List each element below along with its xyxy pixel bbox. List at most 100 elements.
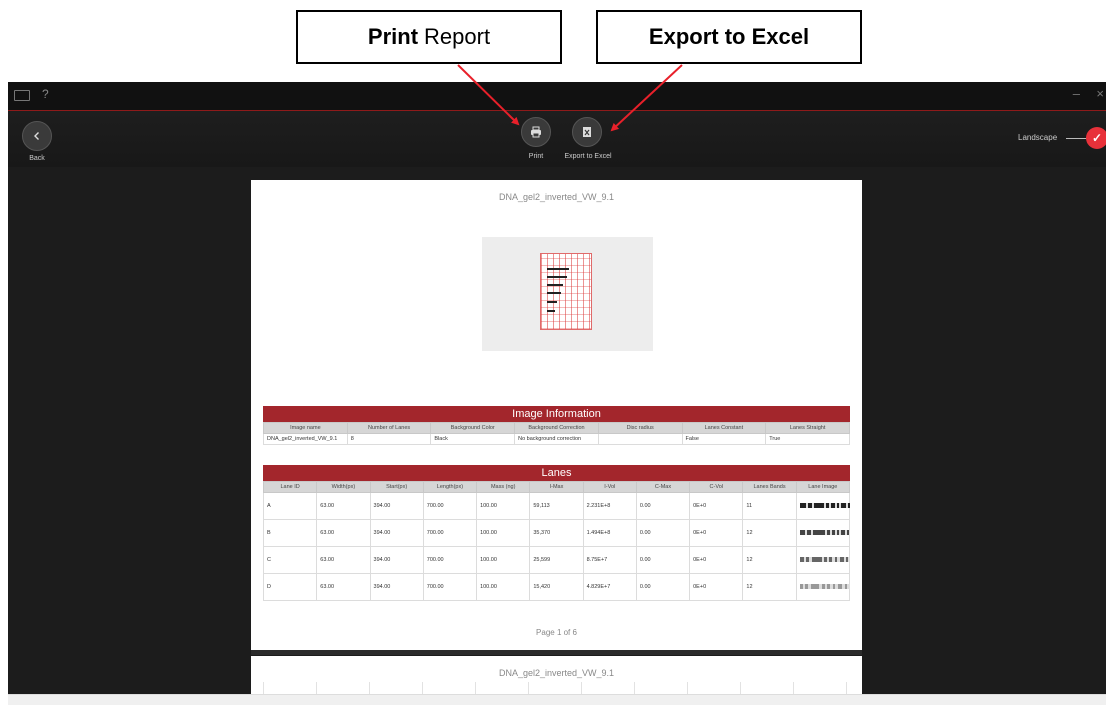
lane-band [799,502,806,508]
back-button[interactable] [22,121,52,151]
table-cell: 59,113 [529,492,584,520]
gel-band [547,284,563,286]
table-cell: 100.00 [476,519,531,547]
gel-band [547,301,557,303]
column-header: Start(px) [369,481,424,493]
image-information-table: Image name Number of Lanes Background Colo… [263,422,850,445]
keyboard-icon[interactable] [14,90,30,101]
table-cell: 0.00 [635,492,691,520]
table-cell: 100.00 [476,546,531,574]
report-window: ? – × Back Print Export to Excel Landsca… [8,82,1106,705]
table-cell: 0E+0 [689,492,744,520]
table-cell: 12 [742,546,797,574]
table-row: DNA_gel2_inverted_VW_9.1 8 Black No backgro… [263,433,850,445]
lane-band [836,502,839,508]
gel-band [547,292,561,294]
table-cell: 394.00 [369,546,424,574]
lane-band [810,583,819,589]
lane-band [847,502,850,508]
table-cell: 700.00 [422,519,478,547]
table-cell [597,433,683,445]
minimize-button[interactable]: – [1073,86,1080,101]
lane-band [846,529,849,535]
lane-row: A 63.00 394.00 700.00 100.00 59,113 2.231E+8 0.… [262,492,851,520]
table-cell: 25,599 [529,546,584,574]
help-button[interactable]: ? [42,87,49,101]
lane-band [825,502,829,508]
table-cell: C [262,546,318,574]
lane-band [811,556,822,562]
lane-band [826,583,830,589]
table-cell: 8 [346,433,432,445]
column-header: Lane ID [262,481,318,493]
lane-image-cell [795,492,851,520]
lane-image [799,556,850,562]
column-header: C-Vol [689,481,744,493]
column-header: Width(px) [316,481,371,493]
lane-row: D 63.00 394.00 700.00 100.00 15,420 4.829E+7 0.… [262,573,851,601]
close-button[interactable]: × [1096,86,1104,101]
page-2-title: DNA_gel2_inverted_VW_9.1 [498,668,615,678]
lane-band [832,583,835,589]
lane-band [839,556,844,562]
lane-band [807,502,812,508]
table-cell: Black [430,433,516,445]
lane-band [834,556,837,562]
table-cell: 700.00 [422,492,478,520]
table-cell: 1.494E+8 [582,519,637,547]
report-page: DNA_gel2_inverted_VW_9.1 Image Informati… [251,180,862,650]
table-cell: A [262,492,318,520]
lane-band [804,583,808,589]
lanes-heading: Lanes [263,465,850,481]
gel-band [547,310,555,312]
table-cell: 63.00 [316,546,371,574]
lane-band [813,502,824,508]
column-header: I-Max [529,481,584,493]
horizontal-scrollbar[interactable] [8,694,1106,705]
column-header: C-Max [635,481,691,493]
excel-icon [583,127,591,137]
column-header: Lanes Bands [742,481,797,493]
print-callout-rest: Report [424,24,491,49]
landscape-toggle[interactable]: ✓ [1086,127,1106,149]
table-cell: 2.231E+8 [582,492,637,520]
table-cell: 0E+0 [689,573,744,601]
print-button[interactable] [521,117,551,147]
lane-image [799,502,850,508]
page-separator [251,650,862,655]
table-cell: True [765,433,850,445]
chevron-left-icon [34,132,39,140]
page-number: Page 1 of 6 [536,628,577,637]
printer-icon [531,126,541,138]
gel-preview-image [482,237,653,351]
table-cell: 700.00 [422,546,478,574]
table-cell: 0E+0 [689,519,744,547]
table-cell: 11 [742,492,797,520]
gel-band [547,268,569,270]
table-cell: 12 [742,573,797,601]
column-header: Image name [263,422,348,434]
table-cell: DNA_gel2_inverted_VW_9.1 [263,433,348,445]
gel-image [540,253,592,330]
table-cell: 0.00 [635,573,691,601]
print-callout-bold: Print [367,24,419,49]
column-header: Disc radius [597,422,683,434]
lane-band [845,556,848,562]
table-cell: False [681,433,767,445]
lane-band [831,529,835,535]
column-header: Number of Lanes [346,422,432,434]
lane-band [799,583,803,589]
lane-band [805,556,809,562]
table-cell: 100.00 [476,573,531,601]
lane-band [844,583,847,589]
lane-band [840,529,845,535]
gel-band [547,276,567,278]
column-header: I-Vol [582,481,637,493]
lane-image-cell [795,519,851,547]
table-cell: 394.00 [369,492,424,520]
check-icon: ✓ [1091,131,1103,145]
export-excel-button[interactable] [572,117,602,147]
back-label: Back [29,155,45,162]
table-cell: No background correction [514,433,599,445]
column-header: Background Correction [514,422,599,434]
